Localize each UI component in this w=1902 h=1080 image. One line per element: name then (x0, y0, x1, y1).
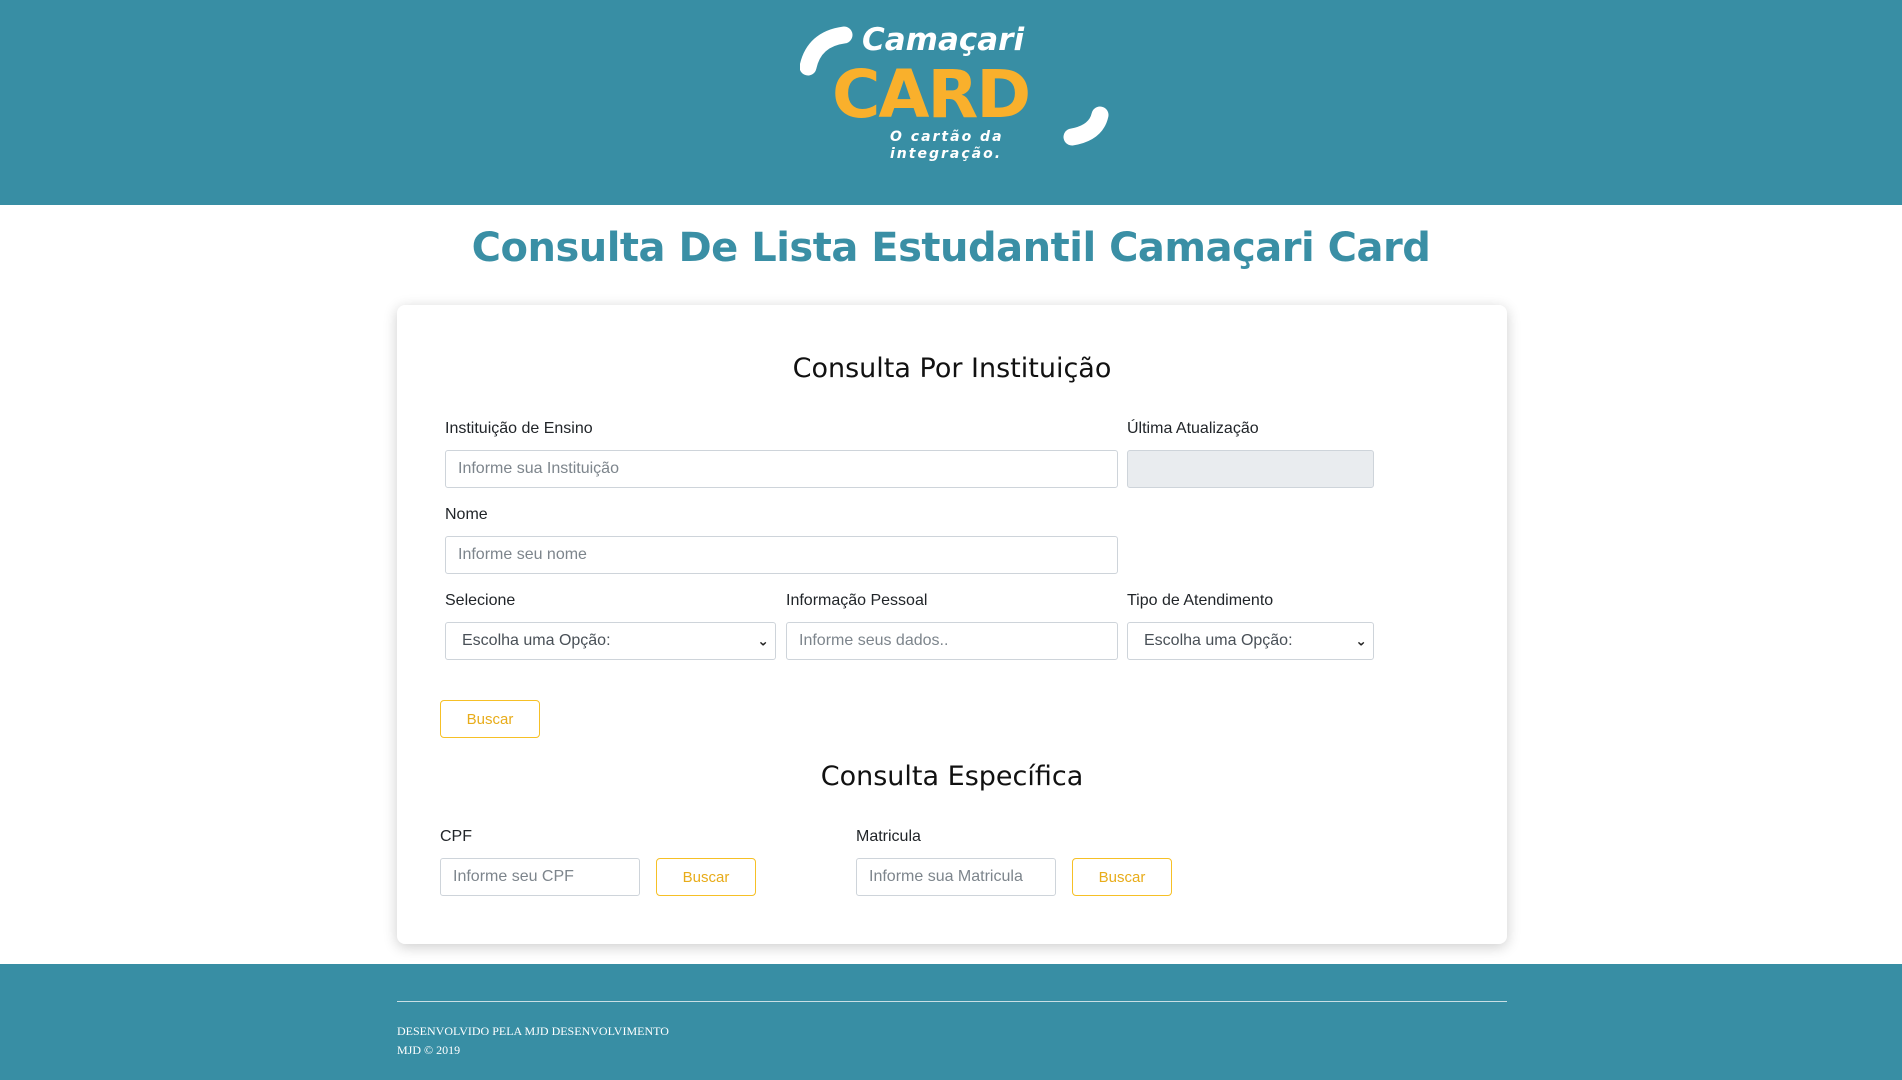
cpf-search-button[interactable]: Buscar (656, 858, 756, 896)
footer-copyright: MJD © 2019 (397, 1043, 461, 1057)
name-label: Nome (445, 506, 488, 523)
camacari-card-logo[interactable]: Camaçari CARD O cartão da integração. (800, 15, 1110, 170)
site-header: Camaçari CARD O cartão da integração. (0, 0, 1902, 205)
name-input[interactable] (445, 536, 1118, 574)
service-type-select[interactable]: Escolha uma Opção: ⌄ (1127, 622, 1374, 660)
logo-tagline-2: integração. (890, 146, 1002, 162)
matricula-label: Matricula (856, 828, 921, 845)
cpf-label: CPF (440, 828, 472, 845)
personal-info-label: Informação Pessoal (786, 592, 928, 609)
service-type-select-value: Escolha uma Opção: (1144, 632, 1293, 649)
footer-credit: DESENVOLVIDO PELA MJD DESENVOLVIMENTO (397, 1024, 669, 1038)
specific-section-title: Consulta Específica (820, 761, 1084, 792)
institution-label: Instituição de Ensino (445, 420, 593, 437)
personal-info-input[interactable] (786, 622, 1118, 660)
last-update-field (1127, 450, 1374, 488)
last-update-label: Última Atualização (1127, 420, 1259, 437)
chevron-down-icon: ⌄ (1355, 632, 1367, 649)
matricula-input[interactable] (856, 858, 1056, 896)
logo-swoosh-right (1063, 106, 1109, 146)
search-card: Consulta Por Instituição Instituição de … (397, 305, 1507, 944)
footer-divider (397, 1001, 1507, 1002)
option-select-value: Escolha uma Opção: (462, 632, 611, 649)
site-footer: DESENVOLVIDO PELA MJD DESENVOLVIMENTO MJ… (0, 964, 1902, 1080)
matricula-search-button[interactable]: Buscar (1072, 858, 1172, 896)
select-label: Selecione (445, 592, 516, 609)
option-select[interactable]: Escolha uma Opção: ⌄ (445, 622, 776, 660)
logo-tagline-1: O cartão da (890, 129, 1004, 145)
service-type-label: Tipo de Atendimento (1127, 592, 1274, 609)
logo-word-camacari: Camaçari (862, 22, 1024, 58)
institution-section-title: Consulta Por Instituição (792, 353, 1112, 384)
institution-input[interactable] (445, 450, 1118, 488)
institution-search-button[interactable]: Buscar (440, 700, 540, 738)
logo-word-card: CARD (832, 56, 1029, 133)
page-title: Consulta De Lista Estudantil Camaçari Ca… (471, 225, 1431, 271)
cpf-input[interactable] (440, 858, 640, 896)
chevron-down-icon: ⌄ (757, 632, 769, 649)
